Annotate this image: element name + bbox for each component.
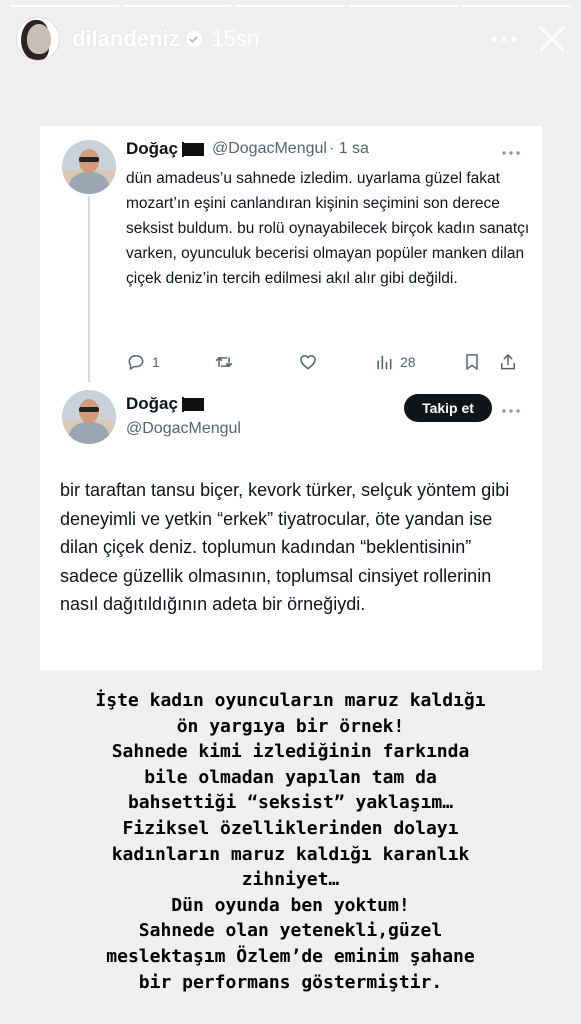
follow-button: Takip et [404, 394, 492, 422]
story-progress-segment [236, 5, 345, 7]
story-progress-bar [10, 5, 571, 7]
tweet-author-handle: @DogacMengul [211, 140, 327, 157]
tweet-text: dün amadeus’u sahnede izledim. uyarlama … [126, 170, 530, 287]
retweet-action [214, 352, 298, 372]
tweet-screenshot-card: Doğaç @DogacMengul · 1 sa dün amadeus’u … [40, 126, 542, 670]
story-header: dilandeniz 15sn [16, 14, 569, 64]
tweet-author-avatar [62, 390, 116, 444]
tweet-author-handle: @DogacMengul [126, 420, 241, 437]
reply-count: 1 [152, 354, 160, 370]
reply-action: 1 [126, 352, 214, 372]
tweet-second: Doğaç @DogacMengul Takip et [62, 388, 526, 458]
tweet-text: bir taraftan tansu biçer, kevork türker,… [60, 480, 510, 614]
tweet-author-name: Doğaç [126, 139, 178, 158]
views-action: 28 [374, 352, 462, 372]
flag-icon [181, 396, 204, 412]
story-progress-segment [462, 5, 571, 7]
tweet-author-avatar [62, 140, 116, 194]
tweet-timestamp: · 1 sa [328, 140, 369, 157]
story-avatar[interactable] [16, 17, 60, 61]
views-count: 28 [400, 354, 416, 370]
reply-icon [128, 355, 144, 370]
story-progress-segment [123, 5, 232, 7]
flag-icon [181, 141, 204, 157]
tweet-author-name: Doğaç [126, 394, 178, 413]
like-action [298, 352, 374, 372]
thread-connector-line [88, 196, 90, 382]
story-username[interactable]: dilandeniz [72, 26, 180, 52]
share-icon [501, 354, 515, 370]
retweet-icon [215, 357, 233, 367]
like-icon [300, 355, 316, 370]
more-options-icon[interactable] [487, 22, 521, 56]
tweet-action-bar: 1 28 [126, 350, 518, 374]
story-progress-segment [349, 5, 458, 7]
more-horizontal-icon [502, 400, 520, 418]
story-caption: İşte kadın oyuncuların maruz kaldığı ön … [95, 690, 486, 993]
views-icon [377, 355, 392, 370]
story-progress-segment [10, 5, 119, 7]
close-icon[interactable] [535, 22, 569, 56]
more-horizontal-icon [502, 142, 520, 160]
story-timestamp: 15sn [211, 26, 260, 51]
verified-badge-icon [185, 31, 202, 47]
share-action [498, 352, 518, 372]
bookmark-icon [466, 354, 478, 370]
bookmark-action [462, 352, 498, 372]
